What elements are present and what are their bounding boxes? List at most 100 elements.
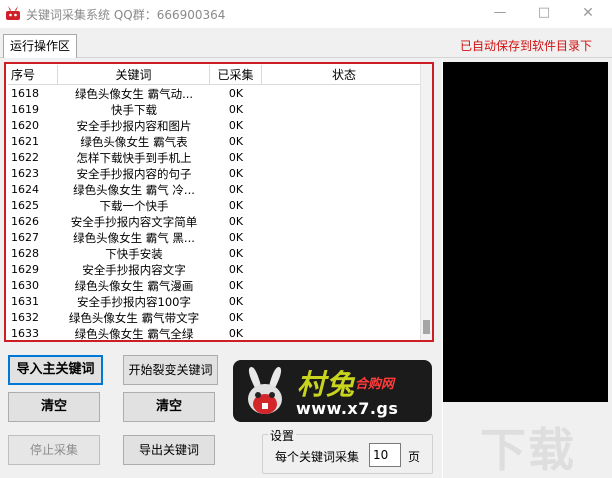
table-body: 1618 绿色头像女生 霸气动... 0K 1619 快手下载 0K 1620 安全手抄报内容…	[8, 86, 426, 342]
cell-keyword: 安全手抄报内容100字	[77, 295, 191, 309]
table-row[interactable]: 1623 安全手抄报内容的句子 0K	[8, 166, 426, 182]
cell-keyword: 绿色头像女生 霸气动...	[74, 87, 194, 101]
cell-status	[262, 230, 426, 246]
table-row[interactable]: 1622 怎样下载快手到手机上 0K	[8, 150, 426, 166]
scrollbar-thumb[interactable]	[423, 320, 430, 334]
cell-keyword: 下载一个快手	[99, 199, 169, 213]
cell-keyword: 安全手抄报内容文字	[82, 263, 186, 277]
table-scrollbar[interactable]	[420, 64, 432, 340]
cell-index: 1618	[11, 87, 39, 100]
settings-title: 设置	[268, 427, 297, 444]
cell-index: 1626	[11, 215, 39, 228]
table-row[interactable]: 1633 绿色头像女生 霸气全绿 0K	[8, 326, 426, 342]
cell-status	[262, 150, 426, 166]
cell-keyword: 安全手抄报内容文字简单	[70, 215, 198, 229]
minimize-button[interactable]: —	[478, 0, 522, 28]
cell-collected: 0K	[228, 167, 244, 180]
brand-logo: 村兔 合购网 www.x7.gs	[233, 360, 432, 422]
cell-collected: 0K	[228, 119, 244, 132]
tab-run-operation[interactable]: 运行操作区	[3, 34, 78, 59]
table-row[interactable]: 1632 绿色头像女生 霸气带文字 0K	[8, 310, 426, 326]
cell-status	[262, 86, 426, 102]
cell-status	[262, 166, 426, 182]
maximize-button[interactable]: □	[522, 0, 566, 28]
cell-collected: 0K	[228, 279, 244, 292]
column-header-collected[interactable]: 已采集	[210, 65, 262, 85]
table-row[interactable]: 1620 安全手抄报内容和图片 0K	[8, 118, 426, 134]
cell-collected: 0K	[228, 327, 244, 340]
cell-index: 1628	[11, 247, 39, 260]
table-header: 序号 关键词 已采集 状态	[8, 65, 426, 85]
cell-keyword: 安全手抄报内容和图片	[76, 119, 192, 133]
table-row[interactable]: 1619 快手下载 0K	[8, 102, 426, 118]
table-row[interactable]: 1631 安全手抄报内容100字 0K	[8, 294, 426, 310]
tab-strip: 运行操作区 已自动保存到软件目录下	[0, 28, 612, 59]
cell-index: 1623	[11, 167, 39, 180]
column-header-index[interactable]: 序号	[8, 65, 58, 85]
cell-collected: 0K	[228, 135, 244, 148]
stop-collect-button[interactable]: 停止采集	[8, 435, 100, 465]
clear-split-keywords-button[interactable]: 清空	[123, 392, 215, 422]
app-rabbit-icon	[6, 6, 20, 20]
pages-per-keyword-input[interactable]	[369, 443, 401, 467]
logo-subtitle: 合购网	[355, 377, 395, 392]
cell-status	[262, 262, 426, 278]
cell-status	[262, 198, 426, 214]
close-button[interactable]: ✕	[566, 0, 610, 28]
table-row[interactable]: 1626 安全手抄报内容文字简单 0K	[8, 214, 426, 230]
cell-collected: 0K	[228, 231, 244, 244]
column-header-status[interactable]: 状态	[262, 65, 426, 85]
cell-collected: 0K	[228, 247, 244, 260]
cell-index: 1622	[11, 151, 39, 164]
cell-collected: 0K	[228, 295, 244, 308]
title-bar: 关键词采集系统 QQ群：666900364 — □ ✕	[0, 0, 612, 28]
cell-collected: 0K	[228, 311, 244, 324]
cell-keyword: 怎样下载快手到手机上	[76, 151, 192, 165]
cell-keyword: 绿色头像女生 霸气带文字	[68, 311, 200, 325]
cell-status	[262, 134, 426, 150]
cell-status	[262, 278, 426, 294]
cell-keyword: 绿色头像女生 霸气 黑...	[73, 231, 195, 245]
table-row[interactable]: 1625 下载一个快手 0K	[8, 198, 426, 214]
table-row[interactable]: 1629 安全手抄报内容文字 0K	[8, 262, 426, 278]
import-main-keywords-button[interactable]: 导入主关键词	[8, 355, 103, 385]
cell-index: 1621	[11, 135, 39, 148]
cell-keyword: 绿色头像女生 霸气全绿	[74, 327, 194, 341]
autosave-notice: 已自动保存到软件目录下	[459, 39, 592, 53]
table-row[interactable]: 1630 绿色头像女生 霸气漫画 0K	[8, 278, 426, 294]
clear-main-keywords-button[interactable]: 清空	[8, 392, 100, 422]
cell-status	[262, 294, 426, 310]
table-row[interactable]: 1624 绿色头像女生 霸气 冷... 0K	[8, 182, 426, 198]
cell-index: 1625	[11, 199, 39, 212]
cell-index: 1620	[11, 119, 39, 132]
logo-url: www.x7.gs	[296, 399, 399, 418]
cell-index: 1632	[11, 311, 39, 324]
start-split-keywords-button[interactable]: 开始裂变关键词	[123, 355, 218, 385]
cell-index: 1629	[11, 263, 39, 276]
watermark-text: 下载	[480, 423, 576, 477]
cell-index: 1627	[11, 231, 39, 244]
table-row[interactable]: 1627 绿色头像女生 霸气 黑... 0K	[8, 230, 426, 246]
cell-index: 1624	[11, 183, 39, 196]
cell-collected: 0K	[228, 215, 244, 228]
cell-status	[262, 246, 426, 262]
cell-index: 1631	[11, 295, 39, 308]
export-keywords-button[interactable]: 导出关键词	[123, 435, 215, 465]
cell-keyword: 绿色头像女生 霸气表	[80, 135, 188, 149]
cell-status	[262, 102, 426, 118]
per-keyword-label: 每个关键词采集	[275, 450, 360, 464]
table-row[interactable]: 1618 绿色头像女生 霸气动... 0K	[8, 86, 426, 102]
log-output-area[interactable]	[443, 62, 608, 402]
cell-index: 1630	[11, 279, 39, 292]
cell-collected: 0K	[228, 183, 244, 196]
cell-status	[262, 182, 426, 198]
cell-index: 1619	[11, 103, 39, 116]
cell-collected: 0K	[228, 103, 244, 116]
keyword-table[interactable]: 序号 关键词 已采集 状态 1618 绿色头像女生 霸气动... 0K 1619 快手下…	[4, 62, 434, 342]
table-row[interactable]: 1628 下快手安装 0K	[8, 246, 426, 262]
cell-collected: 0K	[228, 87, 244, 100]
cell-keyword: 下快手安装	[105, 247, 163, 261]
column-header-keyword[interactable]: 关键词	[58, 65, 210, 85]
table-row[interactable]: 1621 绿色头像女生 霸气表 0K	[8, 134, 426, 150]
rabbit-mascot-icon	[248, 366, 282, 414]
